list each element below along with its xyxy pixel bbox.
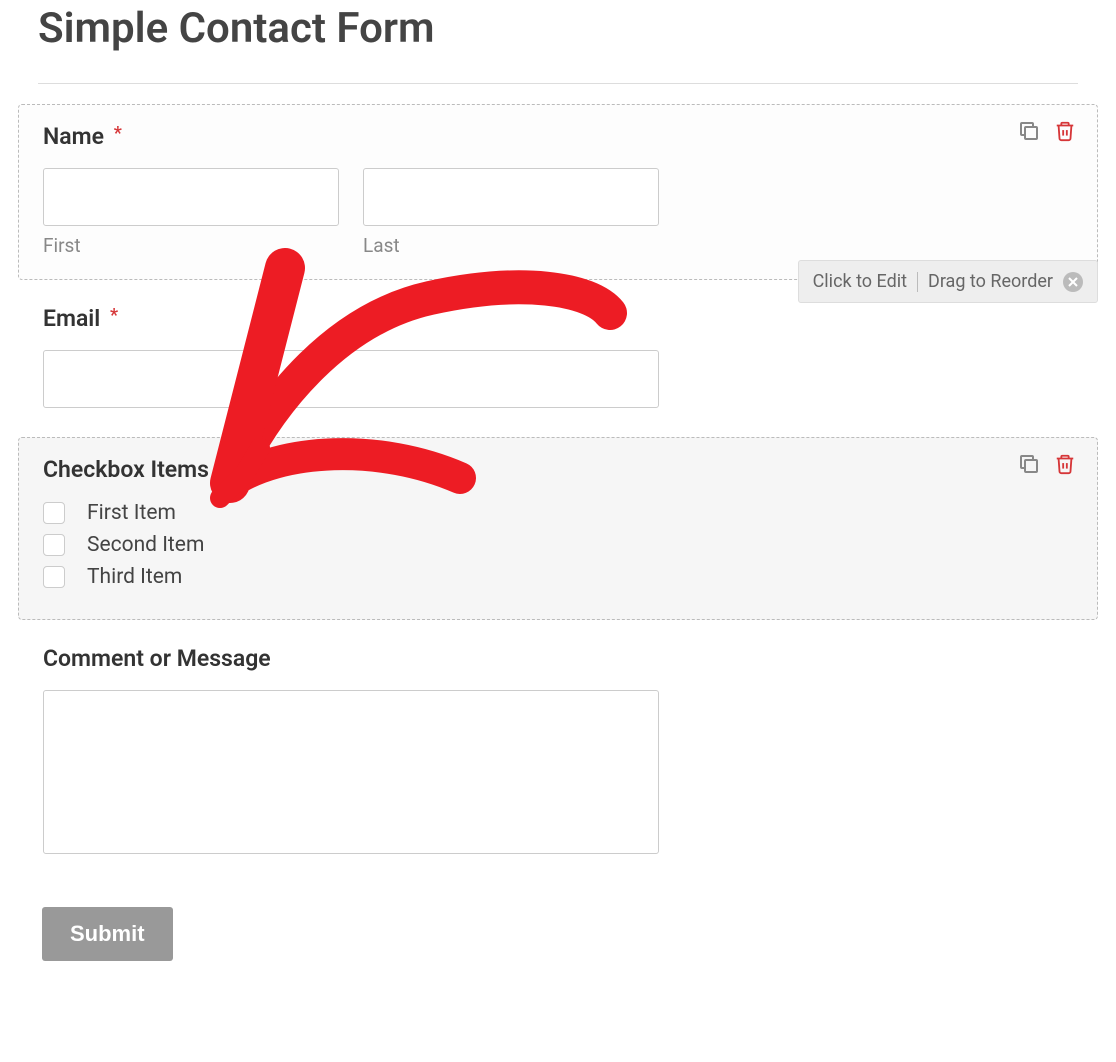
email-label: Email * <box>43 305 1073 332</box>
checkbox-box-icon[interactable] <box>43 534 65 556</box>
submit-button[interactable]: Submit <box>42 907 173 961</box>
first-name-sublabel: First <box>43 234 339 257</box>
checkbox-item-label: Third Item <box>87 565 182 589</box>
close-icon[interactable] <box>1063 272 1083 292</box>
duplicate-icon[interactable] <box>1017 452 1041 476</box>
trash-icon[interactable] <box>1053 119 1077 143</box>
checkbox-item[interactable]: First Item <box>43 501 1073 525</box>
checkbox-box-icon[interactable] <box>43 566 65 588</box>
tooltip-edit-text: Click to Edit <box>813 271 907 292</box>
checkbox-field-block[interactable]: Checkbox Items First Item Second Item Th… <box>18 437 1098 620</box>
email-input[interactable] <box>43 350 659 408</box>
form-title: Simple Contact Form <box>18 0 1098 83</box>
checkbox-box-icon[interactable] <box>43 502 65 524</box>
required-asterisk: * <box>114 123 122 144</box>
trash-icon[interactable] <box>1053 452 1077 476</box>
email-label-text: Email <box>43 305 100 332</box>
first-name-input[interactable] <box>43 168 339 226</box>
checkbox-item-label: First Item <box>87 501 176 525</box>
checkbox-item[interactable]: Third Item <box>43 565 1073 589</box>
tooltip-drag-text: Drag to Reorder <box>928 271 1053 292</box>
email-field-block[interactable]: Email * <box>18 286 1098 431</box>
field-tooltip: Click to Edit Drag to Reorder <box>798 260 1098 303</box>
last-name-input[interactable] <box>363 168 659 226</box>
checkbox-item[interactable]: Second Item <box>43 533 1073 557</box>
name-label-text: Name <box>43 123 104 150</box>
last-name-sublabel: Last <box>363 234 659 257</box>
comment-label: Comment or Message <box>43 645 1073 672</box>
tooltip-separator <box>917 272 918 292</box>
comment-field-block[interactable]: Comment or Message <box>18 626 1098 881</box>
duplicate-icon[interactable] <box>1017 119 1041 143</box>
comment-textarea[interactable] <box>43 690 659 854</box>
required-asterisk: * <box>110 305 118 326</box>
checkbox-label: Checkbox Items <box>43 456 1073 483</box>
name-label: Name * <box>43 123 1073 150</box>
checkbox-item-label: Second Item <box>87 533 204 557</box>
header-divider <box>38 83 1078 84</box>
name-field-block[interactable]: Name * First Last <box>18 104 1098 280</box>
